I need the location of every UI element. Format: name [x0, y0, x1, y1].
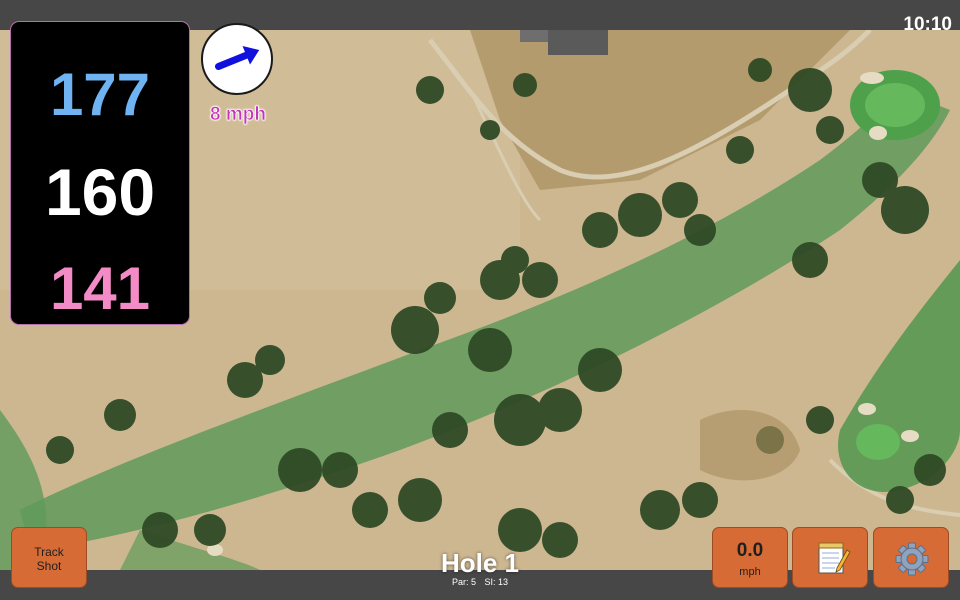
speed-unit: mph	[739, 566, 761, 578]
wind-indicator	[201, 23, 273, 95]
notepad-icon	[818, 542, 851, 574]
track-shot-button[interactable]: Track Shot	[11, 527, 87, 588]
status-time: 10:10	[903, 14, 952, 35]
hole-title: Hole 1	[440, 548, 520, 578]
wind-arrow-icon	[214, 45, 260, 70]
distance-front: 141	[49, 255, 151, 322]
hole-meta: Par: 5 SI: 13	[380, 577, 580, 587]
hole-stroke-index: SI: 13	[484, 577, 509, 587]
distance-panel: 177 160 141	[11, 22, 189, 324]
speed-button[interactable]: 0.0 mph	[712, 527, 788, 588]
settings-button[interactable]	[873, 527, 949, 588]
hole-par: Par: 5	[451, 577, 476, 587]
distance-back: 177	[49, 61, 151, 128]
distance-center: 160	[44, 155, 156, 229]
speed-value: 0.0	[736, 540, 764, 561]
wind-speed: 8 mph	[210, 104, 267, 126]
gear-icon	[895, 542, 929, 576]
track-shot-label: Track Shot	[34, 545, 64, 573]
notes-button[interactable]	[792, 527, 868, 588]
